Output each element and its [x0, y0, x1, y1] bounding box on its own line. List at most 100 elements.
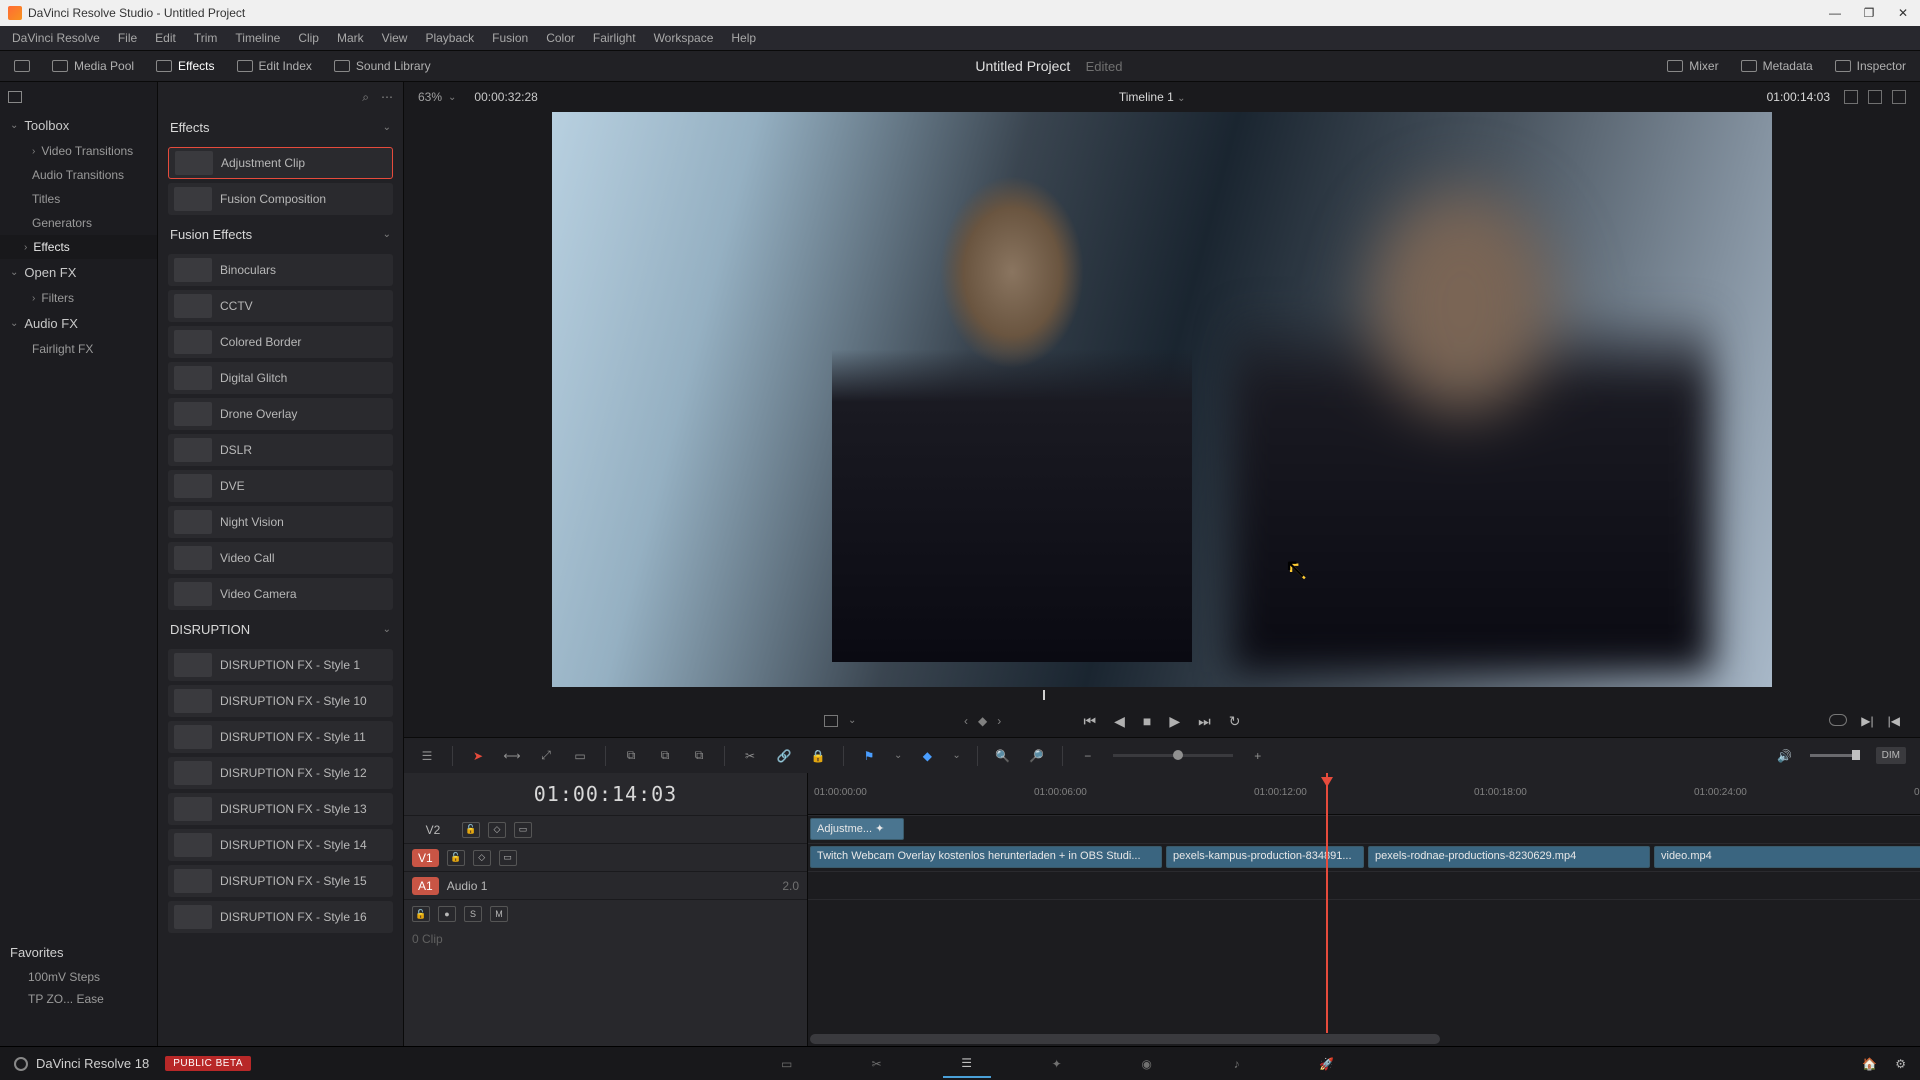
toolbar-edit-index[interactable]: Edit Index — [237, 59, 312, 73]
playhead[interactable] — [1326, 773, 1328, 1033]
visible-icon[interactable]: ▭ — [499, 850, 517, 866]
nav-marker-icon[interactable]: ◆ — [978, 714, 987, 728]
viewer-canvas[interactable]: ↖ — [404, 112, 1920, 687]
media-page-tab[interactable]: ▭ — [763, 1050, 811, 1078]
tree-filters[interactable]: ›Filters — [0, 286, 157, 310]
marker-icon[interactable]: ◆ — [918, 748, 936, 764]
tree-audio-transitions[interactable]: Audio Transitions — [0, 163, 157, 187]
timeline-zoom-slider[interactable] — [1113, 754, 1233, 757]
auto-select-icon[interactable]: ◇ — [473, 850, 491, 866]
mute-button[interactable]: M — [490, 906, 508, 922]
arm-icon[interactable]: ● — [438, 906, 456, 922]
effect-digital-glitch[interactable]: Digital Glitch — [168, 362, 393, 394]
search-clips-icon[interactable]: 🔍 — [994, 748, 1012, 764]
openfx-header[interactable]: ⌄Open FX — [0, 259, 157, 286]
audiofx-header[interactable]: ⌄Audio FX — [0, 310, 157, 337]
track-header-a1-controls[interactable]: 🔓 ● S M 0 Clip — [404, 899, 807, 959]
effect-colored-border[interactable]: Colored Border — [168, 326, 393, 358]
zoom-dropdown-icon[interactable]: ⌄ — [448, 92, 456, 103]
effect-drone-overlay[interactable]: Drone Overlay — [168, 398, 393, 430]
track-header-v1[interactable]: V1 🔓 ◇ ▭ — [404, 843, 807, 871]
toolbar-metadata[interactable]: Metadata — [1741, 59, 1813, 73]
stop-button[interactable]: ■ — [1143, 713, 1151, 729]
menu-clip[interactable]: Clip — [298, 31, 319, 45]
zoom-out-icon[interactable]: − — [1079, 748, 1097, 764]
menu-color[interactable]: Color — [546, 31, 575, 45]
effect-disruption-fx-style-14[interactable]: DISRUPTION FX - Style 14 — [168, 829, 393, 861]
effect-cctv[interactable]: CCTV — [168, 290, 393, 322]
flag-icon[interactable]: ⚑ — [860, 748, 878, 764]
menu-trim[interactable]: Trim — [194, 31, 218, 45]
tree-video-transitions[interactable]: ›Video Transitions — [0, 139, 157, 163]
effect-disruption-fx-style-11[interactable]: DISRUPTION FX - Style 11 — [168, 721, 393, 753]
tree-titles[interactable]: Titles — [0, 187, 157, 211]
color-page-tab[interactable]: ◉ — [1123, 1050, 1171, 1078]
effect-adjustment-clip[interactable]: Adjustment Clip — [168, 147, 393, 179]
trim-tool-icon[interactable]: ⟷ — [503, 748, 521, 764]
settings-icon[interactable]: ⚙ — [1895, 1057, 1906, 1071]
menu-workspace[interactable]: Workspace — [654, 31, 714, 45]
window-close-button[interactable]: ✕ — [1894, 6, 1912, 20]
jump-last-button[interactable]: ⏭ — [1198, 713, 1211, 730]
viewer-scrubber[interactable] — [418, 687, 1906, 705]
solo-button[interactable]: S — [464, 906, 482, 922]
effect-disruption-fx-style-13[interactable]: DISRUPTION FX - Style 13 — [168, 793, 393, 825]
loop-button[interactable]: ↻ — [1229, 713, 1241, 730]
lock-icon[interactable]: 🔓 — [412, 906, 430, 922]
tree-fairlightfx[interactable]: Fairlight FX — [0, 337, 157, 361]
effect-dslr[interactable]: DSLR — [168, 434, 393, 466]
auto-select-icon[interactable]: ◇ — [488, 822, 506, 838]
toolbar-effects[interactable]: Effects — [156, 59, 214, 73]
timeline-name[interactable]: Timeline 1 — [1119, 90, 1174, 104]
menu-davinci-resolve[interactable]: DaVinci Resolve — [12, 31, 100, 45]
timeline-dropdown-icon[interactable]: ⌄ — [1177, 93, 1185, 104]
menu-fairlight[interactable]: Fairlight — [593, 31, 636, 45]
play-button[interactable]: ▶ — [1169, 713, 1180, 730]
razor-icon[interactable]: ✂ — [741, 748, 759, 764]
effects-section-header[interactable]: Effects⌄ — [158, 112, 403, 143]
clip-video[interactable]: pexels-kampus-production-834891... — [1166, 846, 1364, 868]
effect-binoculars[interactable]: Binoculars — [168, 254, 393, 286]
overwrite-clip-icon[interactable]: ⧉ — [656, 748, 674, 764]
effect-night-vision[interactable]: Night Vision — [168, 506, 393, 538]
timeline-scrollbar[interactable] — [810, 1034, 1440, 1044]
search-icon[interactable]: ⌕ — [362, 90, 369, 105]
menu-fusion[interactable]: Fusion — [492, 31, 528, 45]
library-view-icon[interactable] — [8, 91, 22, 103]
blade-tool-icon[interactable]: ▭ — [571, 748, 589, 764]
transform-dropdown-icon[interactable]: ⌄ — [848, 715, 856, 727]
fairlight-page-tab[interactable]: ♪ — [1213, 1050, 1261, 1078]
clip-video[interactable]: pexels-rodnae-productions-8230629.mp4 — [1368, 846, 1650, 868]
fusion-page-tab[interactable]: ✦ — [1033, 1050, 1081, 1078]
track-header-v2[interactable]: V2 🔓 ◇ ▭ — [404, 815, 807, 843]
zoom-level[interactable]: 63% — [418, 90, 442, 104]
effect-fusion-composition[interactable]: Fusion Composition — [168, 183, 393, 215]
step-fwd-icon[interactable]: ▶| — [1861, 714, 1873, 728]
effect-disruption-fx-style-12[interactable]: DISRUPTION FX - Style 12 — [168, 757, 393, 789]
step-end-icon[interactable]: |◀ — [1888, 714, 1900, 728]
toolbar-sound-library[interactable]: Sound Library — [334, 59, 431, 73]
effect-video-camera[interactable]: Video Camera — [168, 578, 393, 610]
tree-effects[interactable]: ›Effects — [0, 235, 157, 259]
clip-video[interactable]: Twitch Webcam Overlay kostenlos herunter… — [810, 846, 1162, 868]
insert-clip-icon[interactable]: ⧉ — [622, 748, 640, 764]
volume-slider[interactable] — [1810, 754, 1860, 757]
deliver-page-tab[interactable]: 🚀 — [1303, 1050, 1351, 1078]
toolbar-media-pool[interactable]: Media Pool — [52, 59, 134, 73]
menu-timeline[interactable]: Timeline — [235, 31, 280, 45]
menu-edit[interactable]: Edit — [155, 31, 176, 45]
dual-viewer-icon[interactable] — [1892, 90, 1906, 104]
lock-icon[interactable]: 🔓 — [447, 850, 465, 866]
timeline-timecode[interactable]: 01:00:14:03 — [404, 773, 807, 815]
next-edit-icon[interactable]: › — [997, 714, 1001, 728]
effect-dve[interactable]: DVE — [168, 470, 393, 502]
disruption-header[interactable]: DISRUPTION⌄ — [158, 614, 403, 645]
track-v2[interactable]: Adjustme... ✦ — [808, 815, 1920, 843]
toolbar-inspector[interactable]: Inspector — [1835, 59, 1906, 73]
single-viewer-icon[interactable] — [1868, 90, 1882, 104]
replace-clip-icon[interactable]: ⧉ — [690, 748, 708, 764]
track-a1-top[interactable] — [808, 871, 1920, 899]
dim-button[interactable]: DIM — [1876, 747, 1906, 764]
selection-tool-icon[interactable]: ➤ — [469, 748, 487, 764]
clip-video[interactable]: video.mp4 — [1654, 846, 1920, 868]
